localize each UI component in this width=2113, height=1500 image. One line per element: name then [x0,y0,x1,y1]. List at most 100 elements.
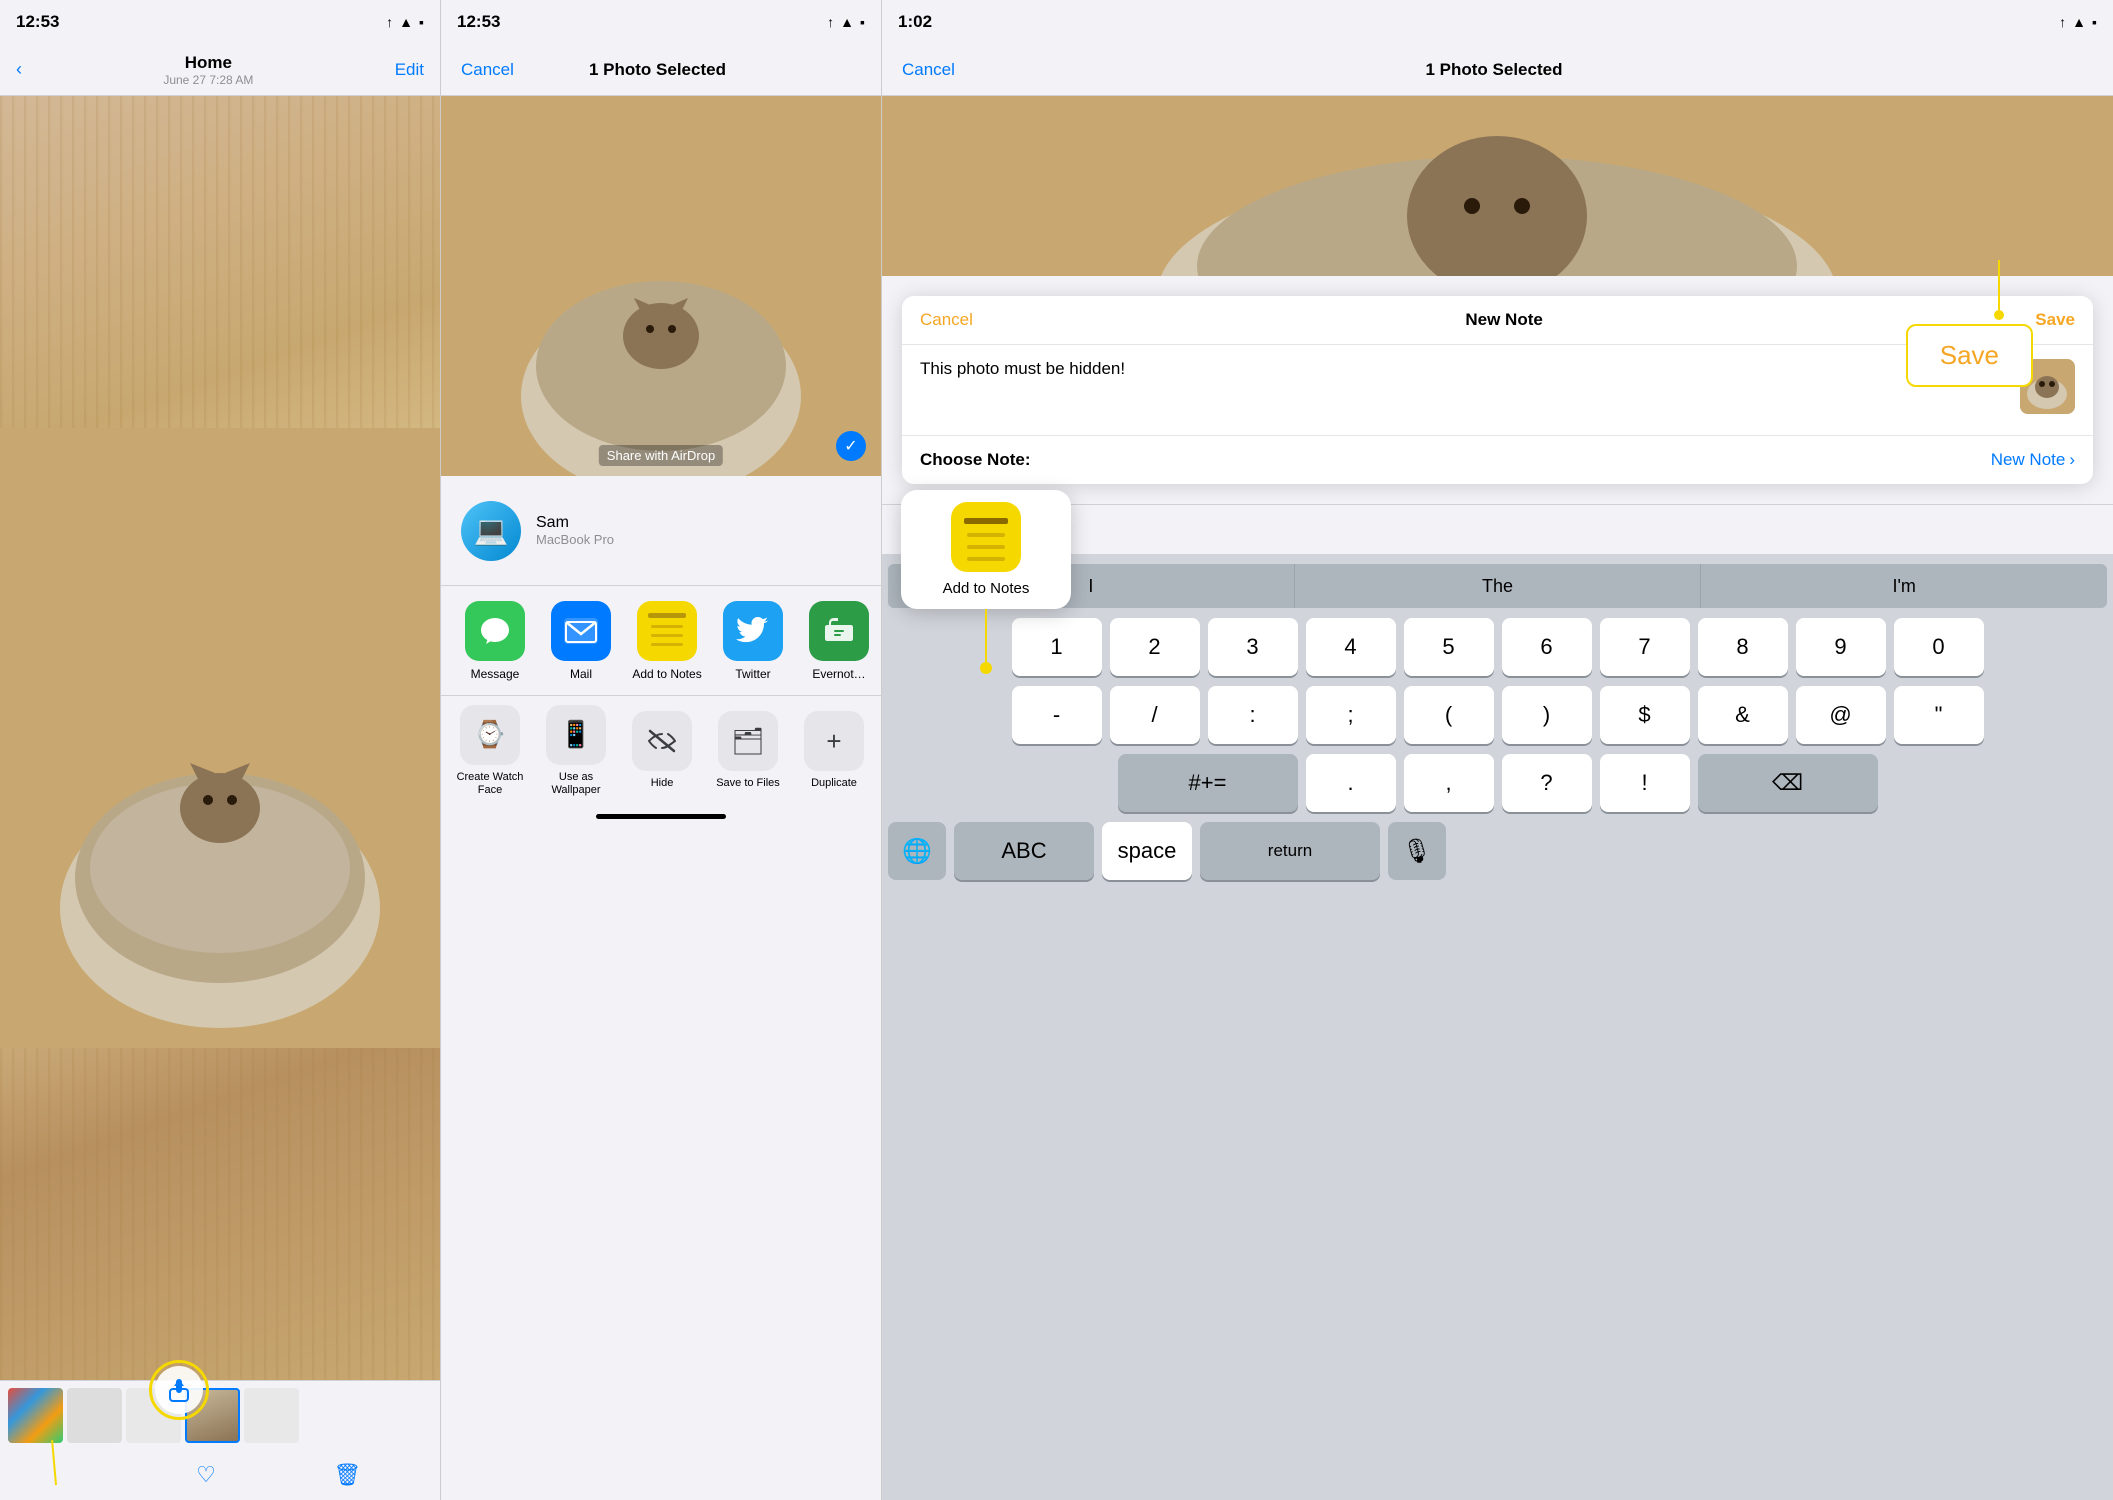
mic-button[interactable]: 🎙 [1388,822,1446,880]
status-bar-2: 12:53 ↑ ▲ ▪ [441,0,881,44]
location-icon-3: ↑ [2059,14,2066,30]
note-text-input[interactable]: This photo must be hidden! [920,359,2008,379]
key-comma[interactable]: , [1404,754,1494,812]
abc-key[interactable]: ABC [954,822,1094,880]
pred-2[interactable]: The [1295,564,1702,608]
panel2-share: 12:53 ↑ ▲ ▪ Cancel 1 Photo Selected ✓ [441,0,882,1500]
panel3-notes: 1:02 ↑ ▲ ▪ Cancel 1 Photo Selected Cance… [882,0,2113,1500]
action-save-files[interactable]: 🗂 Save to Files [707,711,789,790]
key-7[interactable]: 7 [1600,618,1690,676]
action-hide[interactable]: Hide [621,711,703,790]
bottom-row: 🌐 ABC space return 🎙 [888,822,2107,880]
home-indicator-2 [441,806,881,826]
app-evernote[interactable]: Evernot… [800,601,878,681]
key-dollar[interactable]: $ [1600,686,1690,744]
key-9[interactable]: 9 [1796,618,1886,676]
modal-save-button[interactable]: Save [2035,310,2075,330]
back-button[interactable]: ‹ [16,59,22,80]
globe-button[interactable]: 🌐 [888,822,946,880]
duplicate-icon: + [804,711,864,771]
chevron-left-icon: ‹ [16,59,22,80]
key-exclaim[interactable]: ! [1600,754,1690,812]
favorite-button[interactable]: ♡ [196,1462,216,1488]
key-symbols-toggle[interactable]: #+= [1118,754,1298,812]
wifi-icon: ▲ [399,14,413,30]
key-0[interactable]: 0 [1894,618,1984,676]
airdrop-section[interactable]: 💻 Sam MacBook Pro [441,476,881,586]
app-mail[interactable]: Mail [542,601,620,681]
pred-3[interactable]: I'm [1701,564,2107,608]
modal-cancel-button[interactable]: Cancel [920,310,973,330]
key-3[interactable]: 3 [1208,618,1298,676]
location-icon: ↑ [386,14,393,30]
thumb-2[interactable] [67,1388,122,1443]
key-semicolon[interactable]: ; [1306,686,1396,744]
cancel-button-2[interactable]: Cancel [461,60,514,80]
modal-title: New Note [1465,310,1542,330]
key-colon[interactable]: : [1208,686,1298,744]
mail-icon [551,601,611,661]
key-1[interactable]: 1 [1012,618,1102,676]
share-circle [149,1360,209,1420]
cancel-button-3[interactable]: Cancel [902,60,955,80]
return-key[interactable]: return [1200,822,1380,880]
action-watch-face[interactable]: ⌚ Create Watch Face [449,705,531,797]
status-bar-1: 12:53 ↑ ▲ ▪ [0,0,440,44]
wifi-icon-3: ▲ [2072,14,2086,30]
key-quote[interactable]: " [1894,686,1984,744]
mail-label: Mail [570,667,592,681]
evernote-icon [809,601,869,661]
app-twitter[interactable]: Twitter [714,601,792,681]
app-notes[interactable]: Add to Notes [628,601,706,681]
save-annotation-box: Save [1906,324,2033,387]
app-message[interactable]: Message [456,601,534,681]
space-key[interactable]: space [1102,822,1192,880]
thumb-1[interactable] [8,1388,63,1443]
photo-inner: ✓ [441,96,881,476]
wallpaper-icon: 📱 [546,705,606,765]
photo-selected-title-2: 1 Photo Selected [589,60,726,80]
notes-icon [637,601,697,661]
battery-icon-2: ▪ [860,14,865,30]
status-icons-1: ↑ ▲ ▪ [386,14,424,30]
key-lparen[interactable]: ( [1404,686,1494,744]
delete-button[interactable]: 🗑 [333,1462,361,1488]
photo-svg-2 [441,96,881,476]
new-note-button[interactable]: New Note › [1991,450,2075,470]
status-bar-3: 1:02 ↑ ▲ ▪ [882,0,2113,44]
edit-button[interactable]: Edit [395,60,424,80]
hide-icon [632,711,692,771]
thumb-5[interactable] [244,1388,299,1443]
key-5[interactable]: 5 [1404,618,1494,676]
backspace-key[interactable]: ⌫ [1698,754,1878,812]
keyboard[interactable]: I The I'm 1 2 3 4 5 6 7 8 9 0 - / : ; ( … [882,554,2113,1500]
key-ampersand[interactable]: & [1698,686,1788,744]
key-slash[interactable]: / [1110,686,1200,744]
key-4[interactable]: 4 [1306,618,1396,676]
action-duplicate[interactable]: + Duplicate [793,711,875,790]
key-8[interactable]: 8 [1698,618,1788,676]
symbol-row-1: - / : ; ( ) $ & @ " [888,686,2107,744]
selection-checkmark: ✓ [836,431,866,461]
time-2: 12:53 [457,12,500,32]
number-row: 1 2 3 4 5 6 7 8 9 0 [888,618,2107,676]
airdrop-name: Sam [536,514,861,532]
cat-photo-svg [0,96,440,1380]
twitter-label: Twitter [735,667,770,681]
key-period[interactable]: . [1306,754,1396,812]
key-6[interactable]: 6 [1502,618,1592,676]
key-rparen[interactable]: ) [1502,686,1592,744]
main-photo-area[interactable] [0,96,440,1380]
watch-face-label: Create Watch Face [449,771,531,797]
nav-title-1: Home June 27 7:28 AM [163,53,253,87]
toggle-row: #+= . , ? ! ⌫ [888,754,2107,812]
key-at[interactable]: @ [1796,686,1886,744]
notes-modal-footer: Choose Note: New Note › [902,435,2093,484]
share-icon [155,1366,203,1414]
action-wallpaper[interactable]: 📱 Use as Wallpaper [535,705,617,797]
callout-dot [980,662,992,674]
key-2[interactable]: 2 [1110,618,1200,676]
chevron-right-icon: › [2069,450,2075,470]
key-minus[interactable]: - [1012,686,1102,744]
key-question[interactable]: ? [1502,754,1592,812]
